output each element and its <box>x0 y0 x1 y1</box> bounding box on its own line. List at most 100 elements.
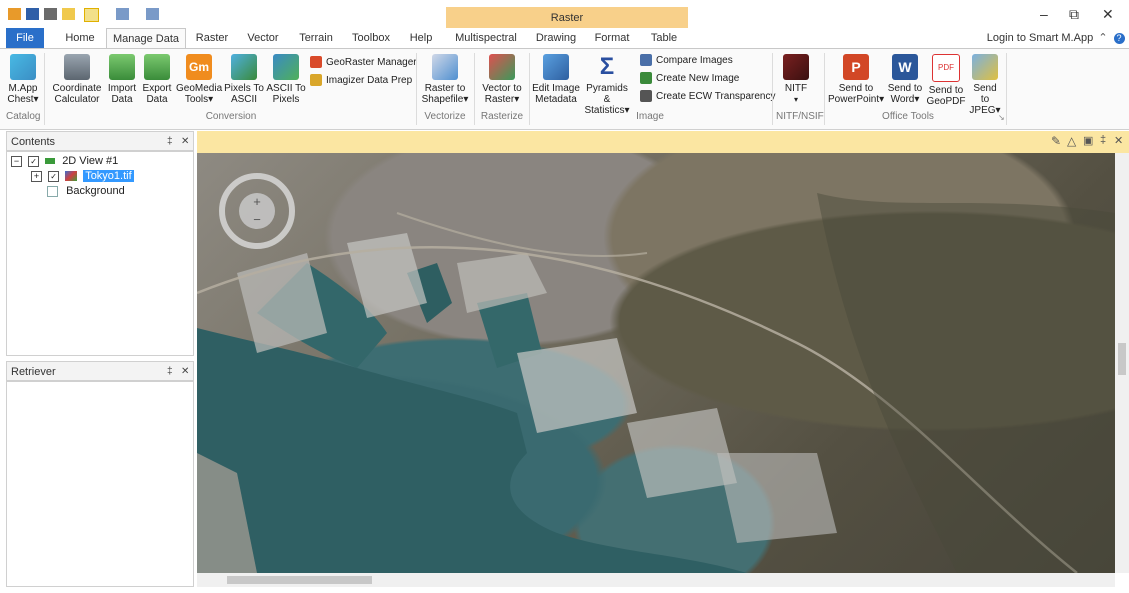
import-icon <box>109 54 135 80</box>
separator <box>44 53 45 125</box>
georaster-manager-button[interactable]: GeoRaster Manager <box>310 55 417 71</box>
ribbon-tabs: File Home Manage Data Raster Vector Terr… <box>0 28 1129 49</box>
checkbox-icon[interactable]: ✓ <box>28 155 40 167</box>
vertical-scrollbar[interactable] <box>1115 153 1129 573</box>
collapse-icon[interactable]: − <box>11 155 22 167</box>
ascii-to-pixels-button[interactable]: ASCII To Pixels <box>266 51 306 105</box>
zoom-icon[interactable] <box>84 8 99 22</box>
create-ecw-transparency-button[interactable]: Create ECW Transparency <box>640 89 776 105</box>
vector-to-raster-button[interactable]: Vector to Raster▾ <box>478 51 526 105</box>
save-icon[interactable] <box>26 8 39 20</box>
nitf-label: NITF <box>784 83 808 94</box>
layer-label[interactable]: Tokyo1.tif <box>83 170 134 182</box>
background-label: Background <box>66 185 125 197</box>
separator <box>824 53 825 125</box>
separator <box>474 53 475 125</box>
tab-file[interactable]: File <box>6 28 44 48</box>
close-icon[interactable]: ✕ <box>181 132 189 152</box>
edit-image-metadata-button[interactable]: Edit Image Metadata <box>532 51 580 105</box>
dialog-launcher-icon[interactable]: ↘ <box>998 113 1005 122</box>
login-link[interactable]: Login to Smart M.App <box>985 28 1095 48</box>
help-icon[interactable]: ? <box>1113 28 1125 48</box>
export-data-label: Export Data <box>142 83 172 105</box>
raster-to-shapefile-button[interactable]: Raster to Shapefile▾ <box>420 51 470 105</box>
pen-icon[interactable] <box>116 8 129 20</box>
tree-row-view[interactable]: − ✓ 2D View #1 <box>11 154 118 168</box>
mapp-chest-button[interactable]: M.App Chest▾ <box>6 51 40 105</box>
zoom-control-icon[interactable]: + − <box>239 193 275 229</box>
separator <box>529 53 530 125</box>
expand-icon[interactable]: + <box>31 170 42 182</box>
horizontal-scrollbar[interactable] <box>197 573 1115 587</box>
navigation-compass-icon[interactable]: + − <box>219 173 295 249</box>
geomedia-tools-label: GeoMedia Tools▾ <box>176 83 223 105</box>
shapefile-icon <box>432 54 458 80</box>
tab-terrain[interactable]: Terrain <box>294 28 338 48</box>
tab-multispectral[interactable]: Multispectral <box>450 28 522 48</box>
import-data-button[interactable]: Import Data <box>106 51 138 105</box>
send-to-geopdf-button[interactable]: PDF Send to GeoPDF <box>926 51 966 107</box>
metadata-icon <box>543 54 569 80</box>
georaster-icon <box>310 56 322 69</box>
import-data-label: Import Data <box>107 83 137 105</box>
close-icon[interactable]: ✕ <box>181 362 189 382</box>
pixels-to-ascii-button[interactable]: Pixels To ASCII <box>224 51 264 105</box>
app-icon[interactable] <box>8 8 21 20</box>
create-ecw-transparency-label: Create ECW Transparency <box>656 91 776 102</box>
restore-icon[interactable]: ⧉ <box>1069 6 1079 23</box>
pixels-to-ascii-label: Pixels To ASCII <box>224 83 264 105</box>
send-to-powerpoint-button[interactable]: P Send to PowerPoint▾ <box>828 51 884 105</box>
coordinate-calculator-button[interactable]: Coordinate Calculator <box>50 51 104 105</box>
tab-format[interactable]: Format <box>590 28 634 48</box>
tab-vector[interactable]: Vector <box>242 28 284 48</box>
tree-row-layer[interactable]: + ✓ Tokyo1.tif <box>31 169 134 183</box>
background-icon <box>47 185 58 197</box>
warning-icon[interactable]: △ <box>1067 134 1076 148</box>
checkbox-icon[interactable]: ✓ <box>48 170 60 182</box>
pencil-icon[interactable]: ✎ <box>1051 134 1061 148</box>
ascii-to-pixels-label: ASCII To Pixels <box>266 83 306 105</box>
georaster-manager-label: GeoRaster Manager <box>326 57 417 68</box>
compare-images-button[interactable]: Compare Images <box>640 53 733 69</box>
pdf-icon: PDF <box>932 54 960 82</box>
imagizer-data-prep-button[interactable]: Imagizer Data Prep <box>310 73 412 89</box>
geomedia-icon: Gm <box>186 54 212 80</box>
pin-icon[interactable]: ‡ <box>1100 134 1106 146</box>
customize-icon[interactable] <box>146 8 159 20</box>
lock-icon[interactable]: ▣ <box>1083 134 1093 147</box>
create-new-image-label: Create New Image <box>656 73 740 84</box>
scroll-thumb[interactable] <box>1118 343 1126 375</box>
close-icon[interactable]: ✕ <box>1102 6 1114 23</box>
pan-icon[interactable] <box>62 8 75 20</box>
pixels-ascii-icon <box>231 54 257 80</box>
collapse-ribbon-icon[interactable]: ⌃ <box>1098 28 1108 48</box>
undo-icon[interactable] <box>44 8 57 20</box>
scroll-thumb[interactable] <box>227 576 372 584</box>
tab-toolbox[interactable]: Toolbox <box>348 28 394 48</box>
raster-icon <box>489 54 515 80</box>
send-to-word-button[interactable]: W Send to Word▾ <box>886 51 924 105</box>
tab-drawing[interactable]: Drawing <box>530 28 582 48</box>
close-icon[interactable]: ✕ <box>1114 134 1123 147</box>
tab-manage-data[interactable]: Manage Data <box>106 28 186 49</box>
pin-icon[interactable]: ‡ <box>167 362 173 382</box>
view-icon <box>45 158 56 165</box>
create-new-image-button[interactable]: Create New Image <box>640 71 739 87</box>
export-data-button[interactable]: Export Data <box>140 51 174 105</box>
ecw-icon <box>640 90 652 103</box>
tab-raster[interactable]: Raster <box>192 28 232 48</box>
tree-row-background[interactable]: Background <box>47 184 125 198</box>
send-to-jpeg-button[interactable]: Send to JPEG▾ <box>968 51 1002 116</box>
pyramids-statistics-button[interactable]: Σ Pyramids & Statistics▾ <box>582 51 632 117</box>
tab-help[interactable]: Help <box>404 28 438 48</box>
contents-title: Contents <box>11 136 56 148</box>
tab-table[interactable]: Table <box>642 28 686 48</box>
export-icon <box>144 54 170 80</box>
nitf-button[interactable]: NITF ▾ <box>778 51 814 105</box>
group-label-image: Image <box>636 111 664 122</box>
tab-home[interactable]: Home <box>58 28 102 48</box>
geomedia-tools-button[interactable]: Gm GeoMedia Tools▾ <box>176 51 222 105</box>
map-canvas[interactable]: + − <box>197 153 1115 573</box>
pin-icon[interactable]: ‡ <box>167 132 173 152</box>
minimize-icon[interactable]: – <box>1040 6 1048 22</box>
